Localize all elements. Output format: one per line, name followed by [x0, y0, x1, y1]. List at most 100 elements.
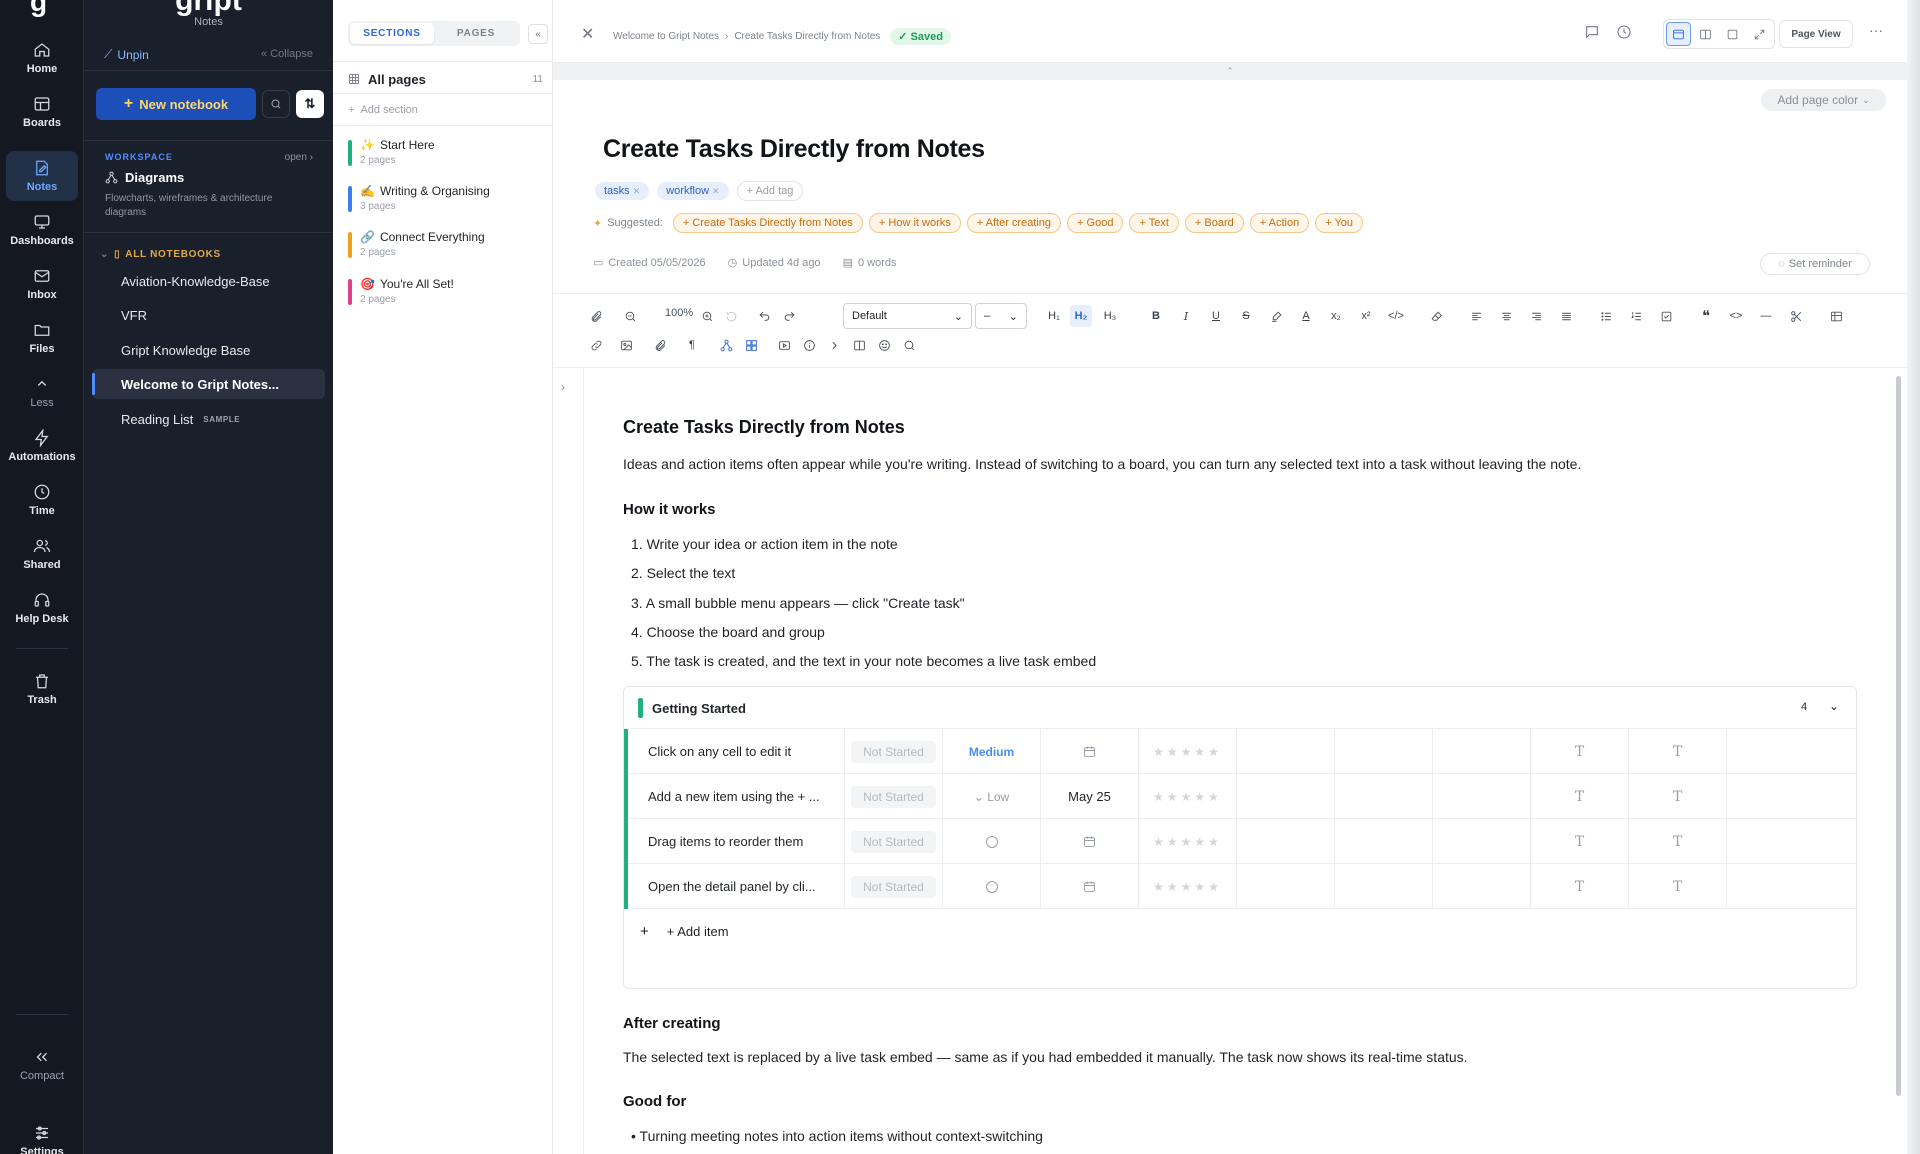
clear-format-button[interactable]	[1425, 305, 1447, 327]
empty-cell[interactable]	[1433, 864, 1531, 909]
empty-cell[interactable]	[1335, 864, 1433, 909]
add-page-color-button[interactable]: Add page color ⌄	[1761, 89, 1886, 111]
empty-cell[interactable]	[1335, 819, 1433, 864]
table-row[interactable]: Drag items to reorder them Not Started ★…	[624, 819, 1856, 864]
text-color-button[interactable]: A	[1295, 305, 1317, 327]
table-row[interactable]: Click on any cell to edit it Not Started…	[624, 729, 1856, 774]
empty-cell[interactable]	[1237, 819, 1335, 864]
tag-chip[interactable]: workflow ✕	[657, 182, 729, 200]
collapse-sections-button[interactable]: «	[528, 24, 548, 44]
quote-button[interactable]: ❝	[1695, 305, 1717, 327]
status-cell[interactable]: Not Started	[845, 864, 943, 909]
priority-cell[interactable]: ⌄ Low	[943, 774, 1041, 819]
numbered-list-button[interactable]	[1625, 305, 1647, 327]
emoji-button[interactable]	[873, 334, 895, 356]
code-block-button[interactable]: <>	[1725, 305, 1747, 327]
status-cell[interactable]: Not Started	[845, 729, 943, 774]
rail-files[interactable]: Files	[6, 313, 78, 363]
text-cell[interactable]: T	[1629, 864, 1727, 909]
align-justify-button[interactable]	[1555, 305, 1577, 327]
all-notebooks-header[interactable]: ⌄ ▯ ALL NOTEBOOKS	[100, 249, 221, 260]
workspace-open-link[interactable]: open ›	[285, 152, 313, 163]
suggested-tag-chip[interactable]: + Action	[1249, 213, 1310, 233]
text-cell[interactable]: T	[1531, 729, 1629, 774]
expand-outline-button[interactable]: ›	[561, 380, 565, 394]
view-fullscreen[interactable]	[1747, 22, 1772, 46]
image-button[interactable]	[615, 334, 637, 356]
notebook-item[interactable]: Reading List SAMPLE	[92, 404, 325, 434]
empty-cell[interactable]	[1335, 774, 1433, 819]
underline-button[interactable]: U	[1205, 305, 1227, 327]
rating-cell[interactable]: ★★★★★	[1139, 774, 1237, 819]
view-focus[interactable]	[1720, 22, 1745, 46]
board-group-header[interactable]: Getting Started 4 ⌄	[624, 687, 1856, 729]
item-name-cell[interactable]: Drag items to reorder them	[628, 819, 845, 864]
rail-shared[interactable]: Shared	[6, 529, 78, 579]
rail-boards[interactable]: Boards	[6, 87, 78, 137]
date-cell[interactable]	[1041, 729, 1139, 774]
suggested-tag-chip[interactable]: + Board	[1184, 213, 1244, 233]
zoom-out-button[interactable]	[619, 305, 641, 327]
empty-cell[interactable]	[1237, 729, 1335, 774]
suggested-tag-chip[interactable]: + Good	[1067, 213, 1124, 233]
text-cell[interactable]: T	[1629, 729, 1727, 774]
suggested-tag-chip[interactable]: + How it works	[868, 213, 961, 233]
item-name-cell[interactable]: Click on any cell to edit it	[628, 729, 845, 774]
add-item-button[interactable]: + + Add item	[640, 923, 729, 940]
cut-button[interactable]	[1785, 305, 1807, 327]
suggested-tag-chip[interactable]: + Create Tasks Directly from Notes	[672, 213, 863, 233]
diagram-button[interactable]	[715, 334, 737, 356]
item-name-cell[interactable]: Open the detail panel by cli...	[628, 864, 845, 909]
history-button[interactable]	[1616, 24, 1632, 40]
divider-button[interactable]: —	[1755, 305, 1777, 327]
rail-compact[interactable]: Compact	[6, 1040, 78, 1090]
heading-3-button[interactable]: H₃	[1099, 305, 1121, 327]
empty-cell[interactable]	[1433, 819, 1531, 864]
rail-time[interactable]: Time	[6, 475, 78, 525]
rail-dashboards[interactable]: Dashboards	[6, 205, 78, 255]
reset-zoom-button[interactable]	[720, 305, 742, 327]
attachment-button[interactable]	[649, 334, 671, 356]
set-reminder-button[interactable]: ◌ Set reminder	[1760, 253, 1870, 275]
undo-button[interactable]	[753, 305, 775, 327]
remove-tag-icon[interactable]: ✕	[633, 186, 641, 196]
heading-1-button[interactable]: H₁	[1043, 305, 1065, 327]
strikethrough-button[interactable]: S	[1235, 305, 1257, 327]
rating-cell[interactable]: ★★★★★	[1139, 729, 1237, 774]
page-title[interactable]: Create Tasks Directly from Notes	[603, 135, 985, 164]
rating-cell[interactable]: ★★★★★	[1139, 864, 1237, 909]
table-row[interactable]: Add a new item using the + ... Not Start…	[624, 774, 1856, 819]
add-tag-button[interactable]: + Add tag	[736, 181, 804, 201]
chevron-down-icon[interactable]: ⌄	[1829, 699, 1839, 713]
rail-help-desk[interactable]: Help Desk	[6, 583, 78, 633]
comments-button[interactable]	[1584, 24, 1600, 40]
empty-cell[interactable]	[1433, 774, 1531, 819]
bold-button[interactable]: B	[1145, 305, 1167, 327]
notebook-item[interactable]: VFR	[92, 300, 325, 330]
tab-sections[interactable]: SECTIONS	[350, 23, 434, 44]
close-page-button[interactable]: ✕	[581, 24, 594, 44]
rail-less[interactable]: Less	[6, 367, 78, 417]
collapse-header-strip[interactable]: ⌃	[553, 63, 1907, 80]
sort-notebooks-button[interactable]: ⇅	[296, 90, 324, 118]
table-button[interactable]	[1825, 305, 1847, 327]
toggle-block-button[interactable]	[823, 334, 845, 356]
workspace-name[interactable]: Diagrams	[105, 170, 184, 185]
suggested-tag-chip[interactable]: + After creating	[966, 213, 1062, 233]
view-split[interactable]	[1693, 22, 1718, 46]
paragraph-style-select[interactable]: Default ⌄	[843, 303, 972, 329]
new-notebook-button[interactable]: + New notebook	[96, 88, 256, 120]
rail-automations[interactable]: Automations	[6, 421, 78, 471]
rail-settings[interactable]: Settings	[6, 1116, 78, 1154]
page-view-button[interactable]: Page View	[1779, 20, 1853, 48]
all-pages-item[interactable]: All pages 11	[348, 70, 543, 88]
paperclip-button[interactable]	[585, 305, 607, 327]
empty-cell[interactable]	[1335, 729, 1433, 774]
view-full-width[interactable]	[1666, 22, 1691, 46]
rail-inbox[interactable]: Inbox	[6, 259, 78, 309]
align-left-button[interactable]	[1465, 305, 1487, 327]
priority-cell[interactable]	[943, 864, 1041, 909]
text-cell[interactable]: T	[1531, 864, 1629, 909]
remove-tag-icon[interactable]: ✕	[712, 186, 720, 196]
font-size-select[interactable]: – ⌄	[975, 303, 1027, 329]
